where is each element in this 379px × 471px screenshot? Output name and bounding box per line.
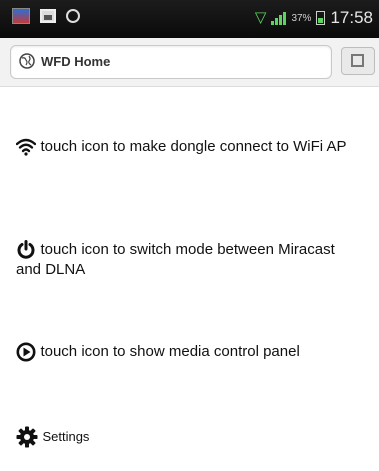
list-item-wifi[interactable]: touch icon to make dongle connect to WiF… (16, 137, 366, 157)
play-icon (16, 342, 36, 362)
page-title: WFD Home (41, 54, 111, 69)
list-item-power[interactable]: touch icon to switch mode between Miraca… (16, 240, 356, 280)
globe-icon (19, 53, 35, 69)
wifi-instruction-text: touch icon to make dongle connect to WiF… (40, 138, 347, 155)
battery-icon (316, 11, 326, 25)
app-notification-icon (12, 8, 30, 24)
wifi-status-icon: ▽ (254, 9, 267, 26)
image-notification-icon (40, 9, 56, 23)
play-instruction-text: touch icon to show media control panel (40, 343, 300, 361)
power-icon (17, 240, 35, 259)
power-instruction-text: touch icon to switch mode between Miraca… (16, 241, 335, 279)
list-item-play[interactable]: touch icon to show media control panel (16, 342, 376, 362)
battery-percent: 37% (291, 12, 312, 24)
address-bar[interactable]: WFD Home (10, 45, 332, 79)
signal-icon (271, 11, 287, 25)
wifi-icon (16, 138, 36, 156)
clock: 17:58 (330, 8, 373, 27)
phone-icon (66, 9, 80, 23)
status-bar: ▽ 37% 17:58 (0, 0, 379, 38)
gear-icon (16, 426, 38, 448)
tabs-button[interactable] (341, 47, 375, 75)
settings-label: Settings (42, 429, 90, 445)
list-item-settings[interactable]: Settings (16, 426, 216, 448)
browser-toolbar: WFD Home (0, 38, 379, 87)
